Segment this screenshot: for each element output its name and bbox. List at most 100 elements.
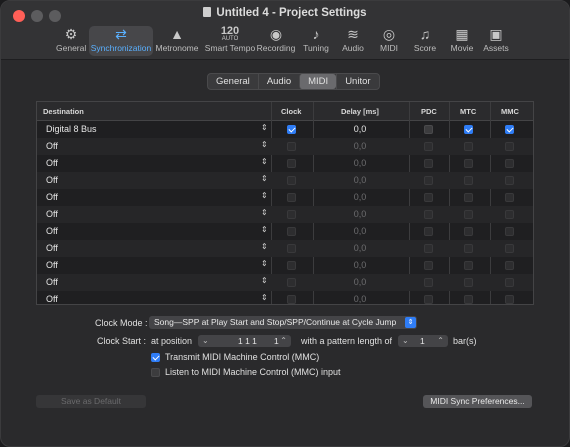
table-row[interactable]: Off ⇕ 0,0 (37, 206, 533, 223)
delay-value[interactable]: 0,0 (311, 158, 409, 168)
pdc-checkbox[interactable] (424, 142, 433, 151)
transmit-mmc-checkbox[interactable] (151, 353, 160, 362)
chevron-down-icon[interactable]: ⌄ (202, 335, 209, 347)
pdc-checkbox[interactable] (424, 278, 433, 287)
listen-mmc-checkbox[interactable] (151, 368, 160, 377)
toolbar-synchronization[interactable]: ⇄ Synchronization (89, 26, 153, 56)
destination-popup-chevron-icon[interactable]: ⇕ (261, 259, 268, 268)
table-row[interactable]: Digital 8 Bus ⇕ 0,0 (37, 121, 533, 138)
midi-sync-preferences-button[interactable]: MIDI Sync Preferences... (423, 395, 532, 408)
mtc-checkbox[interactable] (464, 261, 473, 270)
clock-checkbox[interactable] (287, 210, 296, 219)
clock-checkbox[interactable] (287, 295, 296, 304)
clock-checkbox[interactable] (287, 278, 296, 287)
mtc-checkbox[interactable] (464, 244, 473, 253)
mtc-checkbox[interactable] (464, 142, 473, 151)
destination-popup-chevron-icon[interactable]: ⇕ (261, 225, 268, 234)
listen-mmc-checkbox-row[interactable]: Listen to MIDI Machine Control (MMC) inp… (151, 367, 341, 377)
mmc-checkbox[interactable] (505, 210, 514, 219)
mtc-checkbox[interactable] (464, 295, 473, 304)
clock-checkbox[interactable] (287, 176, 296, 185)
toolbar-movie[interactable]: ▦ Movie (447, 26, 477, 56)
destination-popup-chevron-icon[interactable]: ⇕ (261, 191, 268, 200)
mmc-checkbox[interactable] (505, 261, 514, 270)
pattern-length-stepper[interactable]: ⌄ 1 ⌃ (398, 335, 448, 347)
pdc-checkbox[interactable] (424, 244, 433, 253)
table-row[interactable]: Off ⇕ 0,0 (37, 189, 533, 206)
chevron-up-icon[interactable]: ⌃ (437, 335, 444, 347)
pdc-checkbox[interactable] (424, 261, 433, 270)
toolbar-smart-tempo[interactable]: 120 AUTO Smart Tempo (204, 26, 256, 56)
pdc-checkbox[interactable] (424, 210, 433, 219)
destination-popup-chevron-icon[interactable]: ⇕ (261, 140, 268, 149)
tab-audio[interactable]: Audio (257, 74, 299, 89)
delay-value[interactable]: 0,0 (311, 260, 409, 270)
table-row[interactable]: Off ⇕ 0,0 (37, 291, 533, 304)
delay-value[interactable]: 0,0 (311, 226, 409, 236)
clock-checkbox[interactable] (287, 261, 296, 270)
mtc-checkbox[interactable] (464, 278, 473, 287)
position-stepper[interactable]: ⌄ 1 1 1 1 ⌃ (198, 335, 291, 347)
mtc-checkbox[interactable] (464, 176, 473, 185)
transmit-mmc-checkbox-row[interactable]: Transmit MIDI Machine Control (MMC) (151, 352, 319, 362)
pdc-checkbox[interactable] (424, 193, 433, 202)
mmc-checkbox[interactable] (505, 295, 514, 304)
chevron-up-icon[interactable]: ⌃ (280, 335, 287, 347)
destination-popup-chevron-icon[interactable]: ⇕ (261, 123, 268, 132)
destination-popup-chevron-icon[interactable]: ⇕ (261, 276, 268, 285)
mmc-checkbox[interactable] (505, 125, 514, 134)
delay-value[interactable]: 0,0 (311, 175, 409, 185)
destination-popup-chevron-icon[interactable]: ⇕ (261, 293, 268, 302)
delay-value[interactable]: 0,0 (311, 277, 409, 287)
destination-popup-chevron-icon[interactable]: ⇕ (261, 174, 268, 183)
pdc-checkbox[interactable] (424, 227, 433, 236)
pdc-checkbox[interactable] (424, 176, 433, 185)
chevron-down-icon[interactable]: ⌄ (402, 335, 409, 347)
mmc-checkbox[interactable] (505, 244, 514, 253)
delay-value[interactable]: 0,0 (311, 209, 409, 219)
toolbar-general[interactable]: ⚙ General (56, 26, 86, 56)
table-row[interactable]: Off ⇕ 0,0 (37, 257, 533, 274)
tab-unitor[interactable]: Unitor (336, 74, 378, 89)
clock-checkbox[interactable] (287, 244, 296, 253)
table-row[interactable]: Off ⇕ 0,0 (37, 172, 533, 189)
tab-general[interactable]: General (208, 74, 258, 89)
toolbar-audio[interactable]: ≋ Audio (337, 26, 369, 56)
mmc-checkbox[interactable] (505, 278, 514, 287)
save-as-default-button[interactable]: Save as Default (36, 395, 146, 408)
clock-checkbox[interactable] (287, 193, 296, 202)
table-row[interactable]: Off ⇕ 0,0 (37, 155, 533, 172)
delay-value[interactable]: 0,0 (311, 192, 409, 202)
delay-value[interactable]: 0,0 (311, 243, 409, 253)
mmc-checkbox[interactable] (505, 193, 514, 202)
toolbar-metronome[interactable]: ▲ Metronome (154, 26, 200, 56)
clock-checkbox[interactable] (287, 125, 296, 134)
table-row[interactable]: Off ⇕ 0,0 (37, 274, 533, 291)
table-row[interactable]: Off ⇕ 0,0 (37, 138, 533, 155)
clock-checkbox[interactable] (287, 142, 296, 151)
pdc-checkbox[interactable] (424, 125, 433, 134)
clock-mode-popup[interactable]: Song—SPP at Play Start and Stop/SPP/Cont… (149, 316, 417, 329)
pdc-checkbox[interactable] (424, 159, 433, 168)
clock-checkbox[interactable] (287, 159, 296, 168)
mtc-checkbox[interactable] (464, 159, 473, 168)
destination-popup-chevron-icon[interactable]: ⇕ (261, 242, 268, 251)
delay-value[interactable]: 0,0 (311, 124, 409, 134)
clock-checkbox[interactable] (287, 227, 296, 236)
mmc-checkbox[interactable] (505, 227, 514, 236)
mmc-checkbox[interactable] (505, 159, 514, 168)
destination-popup-chevron-icon[interactable]: ⇕ (261, 208, 268, 217)
mtc-checkbox[interactable] (464, 210, 473, 219)
toolbar-assets[interactable]: ▣ Assets (481, 26, 511, 56)
pdc-checkbox[interactable] (424, 295, 433, 304)
mtc-checkbox[interactable] (464, 125, 473, 134)
mtc-checkbox[interactable] (464, 193, 473, 202)
mmc-checkbox[interactable] (505, 176, 514, 185)
toolbar-tuning[interactable]: ♪ Tuning (300, 26, 332, 56)
table-row[interactable]: Off ⇕ 0,0 (37, 223, 533, 240)
destination-popup-chevron-icon[interactable]: ⇕ (261, 157, 268, 166)
delay-value[interactable]: 0,0 (311, 141, 409, 151)
toolbar-midi[interactable]: ◎ MIDI (374, 26, 404, 56)
tab-midi[interactable]: MIDI (299, 74, 337, 89)
mmc-checkbox[interactable] (505, 142, 514, 151)
